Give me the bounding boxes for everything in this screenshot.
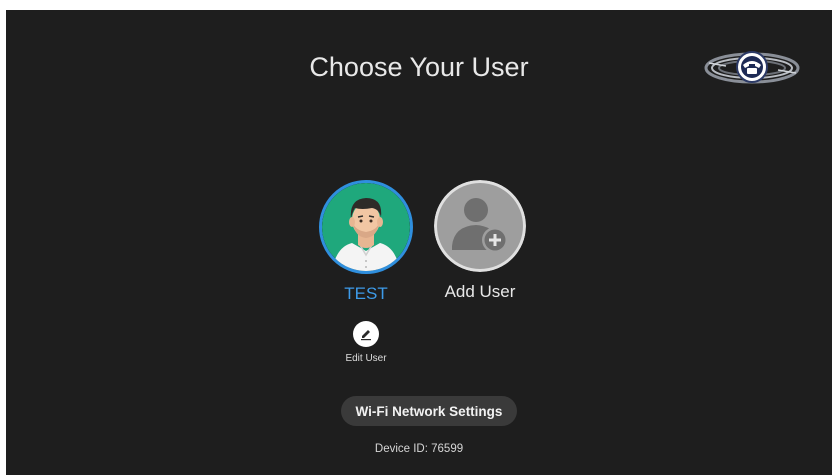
add-user-icon[interactable]	[434, 180, 526, 272]
edit-user-label: Edit User	[345, 353, 387, 364]
telephone-globe-logo	[704, 51, 800, 84]
wifi-network-settings-button[interactable]: Wi-Fi Network Settings	[341, 396, 517, 426]
user-selection-screen: Choose Your User TEST Add User Edit User…	[6, 10, 832, 475]
user-tile-test[interactable]: TEST	[311, 180, 421, 304]
edit-user-button[interactable]	[353, 321, 379, 347]
user-label-add-user: Add User	[444, 282, 516, 301]
user-tile-add-user[interactable]: Add User	[425, 180, 535, 302]
male-avatar-icon[interactable]	[319, 180, 413, 274]
user-label-test: TEST	[344, 284, 388, 303]
edit-user-control[interactable]: Edit User	[331, 321, 401, 364]
pencil-icon	[361, 330, 371, 341]
device-id-text: Device ID: 76599	[374, 443, 464, 455]
